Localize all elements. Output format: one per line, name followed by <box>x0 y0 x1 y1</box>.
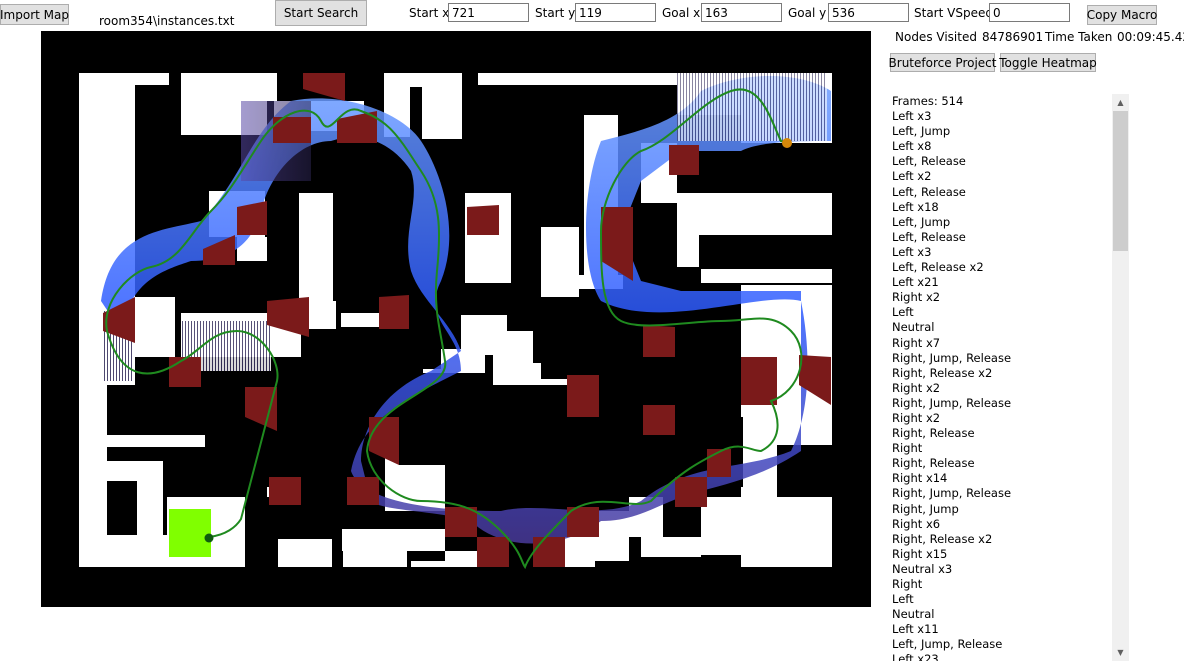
player-end-dot <box>204 533 214 543</box>
log-entry[interactable]: Right x2 <box>888 381 1112 396</box>
start-x-input[interactable] <box>448 3 529 22</box>
start-y-input[interactable] <box>575 3 656 22</box>
log-entry[interactable]: Right <box>888 441 1112 456</box>
log-entry[interactable]: Left, Release x2 <box>888 260 1112 275</box>
scroll-down-icon[interactable]: ▼ <box>1112 644 1129 661</box>
log-entry[interactable]: Left, Jump <box>888 124 1112 139</box>
log-entry[interactable]: Right x7 <box>888 336 1112 351</box>
start-vspeed-input[interactable] <box>989 3 1070 22</box>
log-entry[interactable]: Frames: 514 <box>888 94 1112 109</box>
nodes-visited-label: Nodes Visited <box>895 30 977 44</box>
log-scrollbar[interactable]: ▲ ▼ <box>1112 94 1129 661</box>
log-entry[interactable]: Right, Release x2 <box>888 532 1112 547</box>
log-entry[interactable]: Left x8 <box>888 139 1112 154</box>
start-vspeed-label: Start VSpeed <box>914 6 993 20</box>
goal-y-input[interactable] <box>828 3 909 22</box>
log-entry[interactable]: Left <box>888 592 1112 607</box>
start-marker <box>782 138 792 148</box>
log-entry[interactable]: Left, Release <box>888 154 1112 169</box>
log-entry[interactable]: Left, Release <box>888 185 1112 200</box>
log-entry[interactable]: Left, Release <box>888 230 1112 245</box>
map-view[interactable] <box>41 31 871 607</box>
toggle-heatmap-button[interactable]: Toggle Heatmap <box>999 53 1097 72</box>
log-entry[interactable]: Right, Jump, Release <box>888 396 1112 411</box>
start-x-label: Start x <box>409 6 450 20</box>
log-entry[interactable]: Right <box>888 577 1112 592</box>
log-entry[interactable]: Right x2 <box>888 290 1112 305</box>
scroll-up-icon[interactable]: ▲ <box>1112 94 1129 111</box>
log-entry[interactable]: Right, Release <box>888 426 1112 441</box>
log-entry[interactable]: Left x3 <box>888 109 1112 124</box>
log-entry[interactable]: Left <box>888 305 1112 320</box>
file-name-label: room354\instances.txt <box>99 14 235 28</box>
log-entry[interactable]: Left x11 <box>888 622 1112 637</box>
log-entry[interactable]: Neutral <box>888 607 1112 622</box>
log-entry[interactable]: Right, Jump <box>888 502 1112 517</box>
log-entry[interactable]: Left x21 <box>888 275 1112 290</box>
log-entry[interactable]: Right x2 <box>888 411 1112 426</box>
copy-macro-button[interactable]: Copy Macro <box>1087 5 1157 25</box>
goal-marker <box>169 509 211 557</box>
log-entry[interactable]: Neutral x3 <box>888 562 1112 577</box>
log-entry[interactable]: Left x2 <box>888 169 1112 184</box>
start-search-button[interactable]: Start Search <box>275 0 367 26</box>
log-entry[interactable]: Left x23 <box>888 652 1112 661</box>
time-taken-value: 00:09:45.42 <box>1117 30 1184 44</box>
log-entry[interactable]: Right, Jump, Release <box>888 351 1112 366</box>
log-entry[interactable]: Left, Jump, Release <box>888 637 1112 652</box>
log-entry[interactable]: Right x14 <box>888 471 1112 486</box>
log-entry[interactable]: Left x3 <box>888 245 1112 260</box>
input-log-list[interactable]: Frames: 514 Left x3 Left, Jump Left x8 Left,… <box>888 94 1112 661</box>
log-entry[interactable]: Right, Release x2 <box>888 366 1112 381</box>
log-entry[interactable]: Right x6 <box>888 517 1112 532</box>
bruteforce-project-button[interactable]: Bruteforce Project <box>889 53 996 72</box>
start-y-label: Start y <box>535 6 576 20</box>
log-entry[interactable]: Right, Release <box>888 456 1112 471</box>
log-entry[interactable]: Right, Jump, Release <box>888 486 1112 501</box>
log-entry[interactable]: Neutral <box>888 320 1112 335</box>
scroll-thumb[interactable] <box>1113 111 1128 251</box>
log-entry[interactable]: Right x15 <box>888 547 1112 562</box>
goal-y-label: Goal y <box>788 6 827 20</box>
import-map-button[interactable]: Import Map <box>0 4 69 25</box>
goal-x-input[interactable] <box>701 3 782 22</box>
time-taken-label: Time Taken <box>1045 30 1113 44</box>
goal-x-label: Goal x <box>662 6 701 20</box>
nodes-visited-value: 84786901 <box>982 30 1044 44</box>
log-entry[interactable]: Left, Jump <box>888 215 1112 230</box>
log-entry[interactable]: Left x18 <box>888 200 1112 215</box>
